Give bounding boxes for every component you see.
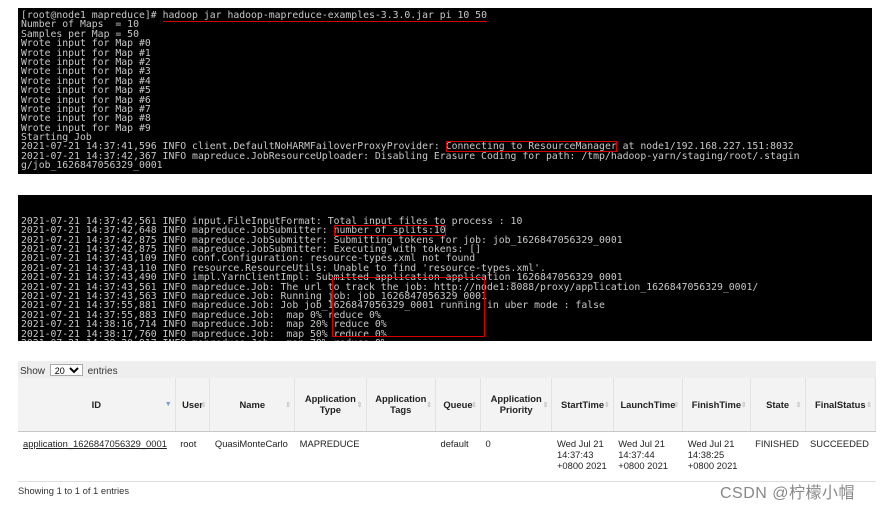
terminal-output-top: [root@node1 mapreduce]# hadoop jar hadoo… — [18, 8, 872, 174]
terminal-line: [root@node1 mapreduce]# hadoop jar hadoo… — [21, 10, 872, 22]
sort-icon[interactable]: ⇕ — [796, 401, 802, 409]
column-header-application-tags[interactable]: Application Tags ⇕ — [366, 378, 437, 432]
tags-cell — [366, 431, 436, 482]
column-header-user[interactable]: User ⇕ — [175, 378, 211, 432]
terminal-text: g/job_1626847056329_0001 — [21, 160, 163, 172]
column-header-label: LaunchTime — [620, 398, 676, 410]
terminal-line: 2021-07-21 14:38:20,917 INFO mapreduce.J… — [21, 338, 872, 341]
sort-icon[interactable]: ▼ — [165, 401, 172, 408]
time-part: 14:38:25 — [687, 448, 725, 460]
terminal-highlight: hadoop jar hadoop-mapreduce-examples-3.3… — [162, 10, 487, 22]
sort-icon[interactable]: ⇕ — [285, 401, 291, 409]
sort-icon[interactable]: ⇕ — [673, 401, 679, 409]
map-progress-highlight-box — [332, 277, 485, 337]
sort-icon[interactable]: ⇕ — [543, 401, 549, 409]
sort-icon[interactable]: ⇕ — [426, 401, 432, 409]
finish-time-cell: Wed Jul 21 14:38:25 +0800 2021 — [682, 431, 751, 482]
state-cell: FINISHED — [750, 431, 806, 482]
column-header-application-type[interactable]: Application Type ⇕ — [294, 378, 367, 432]
table-row: application_1626847056329_0001 root QuasiM… — [18, 431, 876, 482]
column-header-label: StartTime — [561, 398, 605, 410]
priority-cell: 0 — [480, 431, 552, 482]
queue-cell: default — [435, 431, 481, 482]
time-part: Wed Jul 21 — [556, 437, 604, 449]
column-header-label: Application Priority — [490, 393, 542, 416]
application-link[interactable]: application_1626847056329_0001 — [23, 438, 167, 449]
datatable-info: Showing 1 to 1 of 1 entries — [18, 485, 130, 496]
user-cell: root — [175, 431, 210, 482]
sort-icon[interactable]: ⇕ — [471, 401, 477, 409]
column-header-state[interactable]: State ⇕ — [750, 378, 806, 432]
column-header-launchtime[interactable]: LaunchTime ⇕ — [613, 378, 684, 432]
time-part: 14:37:43 — [556, 448, 594, 460]
watermark: CSDN @柠檬小帽 — [720, 485, 856, 502]
column-header-application-priority[interactable]: Application Priority ⇕ — [480, 378, 553, 432]
time-part: +0800 2021 — [618, 459, 669, 471]
time-part: 14:37:44 — [618, 448, 655, 460]
terminal-output-bottom: 2021-07-21 14:37:42,561 INFO input.FileI… — [18, 195, 872, 341]
name-cell: QuasiMonteCarlo — [209, 431, 295, 482]
launch-time-cell: Wed Jul 21 14:37:44 +0800 2021 — [613, 431, 683, 482]
table-header-row: ID ▼ User ⇕ Name ⇕ Application Type ⇕ Applicatio… — [18, 378, 877, 432]
column-header-label: Queue — [443, 398, 473, 410]
column-header-label: Application Type — [304, 393, 356, 416]
time-part: +0800 2021 — [556, 459, 607, 471]
app-id-link[interactable]: application_1626847056329_0001 — [18, 431, 176, 482]
column-header-finishtime[interactable]: FinishTime ⇕ — [682, 378, 751, 432]
time-part: +0800 2021 — [687, 459, 738, 471]
show-label: Show — [20, 366, 46, 377]
time-part: Wed Jul 21 — [687, 437, 735, 449]
type-cell: MAPREDUCE — [294, 431, 367, 482]
sort-icon[interactable]: ⇕ — [357, 401, 363, 409]
column-header-label: State — [766, 398, 790, 410]
sort-icon[interactable]: ⇕ — [604, 401, 610, 409]
column-header-id[interactable]: ID ▼ — [18, 378, 176, 432]
applications-table: ID ▼ User ⇕ Name ⇕ Application Type ⇕ Applicatio… — [18, 378, 877, 482]
column-header-finalstatus[interactable]: FinalStatus ⇕ — [805, 378, 877, 432]
sort-icon[interactable]: ⇕ — [741, 401, 747, 409]
column-header-label: Application Tags — [375, 393, 427, 416]
time-part: Wed Jul 21 — [618, 437, 665, 449]
terminal-text: 2021-07-21 14:38:20,917 INFO mapreduce.J… — [21, 338, 387, 341]
column-header-label: FinishTime — [691, 398, 742, 410]
page-size-select[interactable]: 20 — [49, 364, 83, 376]
column-header-label: ID — [91, 398, 102, 410]
column-header-label: Name — [239, 398, 266, 410]
terminal-line: Wrote input for Map #9 — [21, 123, 872, 133]
datatable-length-control: Show 20 entries — [18, 361, 876, 378]
column-header-name[interactable]: Name ⇕ — [209, 378, 296, 432]
final-status-cell: SUCCEEDED — [805, 431, 876, 482]
start-time-cell: Wed Jul 21 14:37:43 +0800 2021 — [551, 431, 614, 482]
column-header-label: FinalStatus — [815, 398, 866, 410]
sort-icon[interactable]: ⇕ — [201, 401, 207, 409]
sort-icon[interactable]: ⇕ — [866, 401, 872, 409]
terminal-line: g/job_1626847056329_0001 — [21, 160, 872, 172]
column-header-queue[interactable]: Queue ⇕ — [435, 378, 481, 432]
entries-label: entries — [87, 366, 118, 377]
column-header-starttime[interactable]: StartTime ⇕ — [551, 378, 614, 432]
